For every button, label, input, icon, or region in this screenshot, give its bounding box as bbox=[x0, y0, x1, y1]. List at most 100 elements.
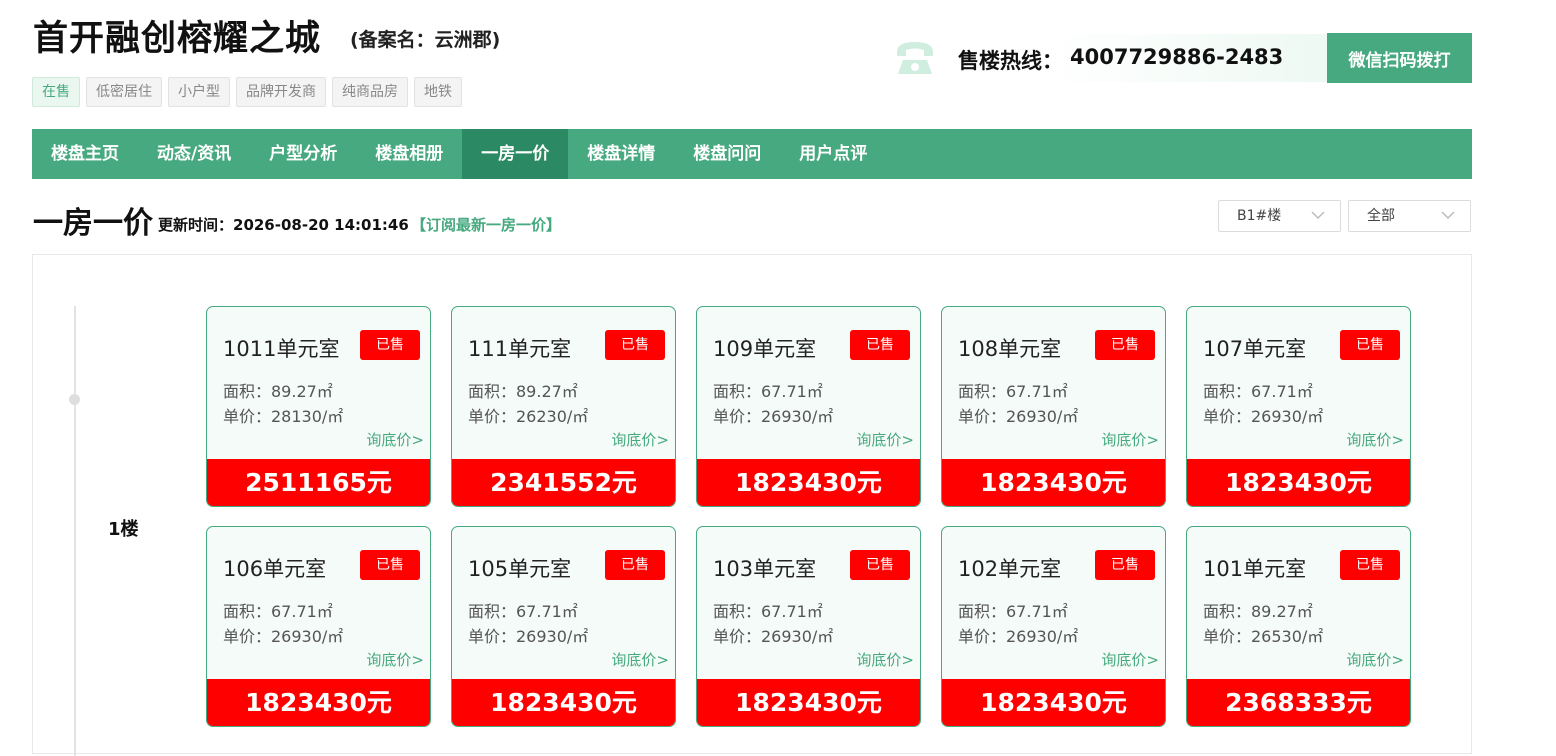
unit-name: 103单元室 bbox=[713, 557, 817, 581]
status-badge: 已售 bbox=[360, 550, 420, 580]
nav-details[interactable]: 楼盘详情 bbox=[568, 129, 674, 179]
nav-home[interactable]: 楼盘主页 bbox=[32, 129, 138, 179]
nav-news[interactable]: 动态/资讯 bbox=[138, 129, 250, 179]
tag-brand-developer: 品牌开发商 bbox=[236, 77, 326, 107]
unit-area: 面积：67.71㎡ bbox=[958, 602, 1068, 621]
unit-card[interactable]: 108单元室 已售 面积：67.71㎡ 单价：26930/㎡ 询底价> 1823… bbox=[941, 306, 1166, 507]
building-select-value: B1#楼 bbox=[1237, 208, 1282, 224]
total-price: 1823430元 bbox=[1187, 459, 1410, 506]
unit-card[interactable]: 101单元室 已售 面积：89.27㎡ 单价：26530/㎡ 询底价> 2368… bbox=[1186, 526, 1411, 727]
chevron-down-icon bbox=[1441, 211, 1455, 220]
ask-price-link[interactable]: 询底价> bbox=[856, 649, 914, 670]
status-badge: 已售 bbox=[1095, 550, 1155, 580]
status-badge: 已售 bbox=[850, 550, 910, 580]
total-price: 1823430元 bbox=[697, 459, 920, 506]
unit-card[interactable]: 106单元室 已售 面积：67.71㎡ 单价：26930/㎡ 询底价> 1823… bbox=[206, 526, 431, 727]
unit-area: 面积：67.71㎡ bbox=[958, 382, 1068, 401]
timeline-line bbox=[74, 306, 76, 756]
unit-price: 单价：26930/㎡ bbox=[1203, 407, 1324, 426]
ask-price-link[interactable]: 询底价> bbox=[1346, 429, 1404, 450]
tag-subway: 地铁 bbox=[414, 77, 462, 107]
filter-select-value: 全部 bbox=[1367, 208, 1395, 224]
unit-area: 面积：89.27㎡ bbox=[1203, 602, 1313, 621]
unit-card[interactable]: 103单元室 已售 面积：67.71㎡ 单价：26930/㎡ 询底价> 1823… bbox=[696, 526, 921, 727]
unit-card[interactable]: 107单元室 已售 面积：67.71㎡ 单价：26930/㎡ 询底价> 1823… bbox=[1186, 306, 1411, 507]
unit-area: 面积：89.27㎡ bbox=[223, 382, 333, 401]
chevron-down-icon bbox=[1311, 211, 1325, 220]
tag-commercial-housing: 纯商品房 bbox=[332, 77, 408, 107]
ask-price-link[interactable]: 询底价> bbox=[611, 429, 669, 450]
unit-price: 单价：26230/㎡ bbox=[468, 407, 589, 426]
hotline-number: 4007729886-2483 bbox=[1070, 45, 1284, 69]
wechat-scan-call-button[interactable]: 微信扫码拨打 bbox=[1327, 33, 1472, 83]
unit-card[interactable]: 102单元室 已售 面积：67.71㎡ 单价：26930/㎡ 询底价> 1823… bbox=[941, 526, 1166, 727]
tag-small-unit: 小户型 bbox=[168, 77, 230, 107]
section-title: 一房一价 bbox=[33, 206, 153, 241]
total-price: 1823430元 bbox=[942, 679, 1165, 726]
unit-card[interactable]: 111单元室 已售 面积：89.27㎡ 单价：26230/㎡ 询底价> 2341… bbox=[451, 306, 676, 507]
ask-price-link[interactable]: 询底价> bbox=[611, 649, 669, 670]
unit-area: 面积：67.71㎡ bbox=[468, 602, 578, 621]
record-name: (备案名：云洲郡) bbox=[350, 29, 501, 51]
total-price: 1823430元 bbox=[452, 679, 675, 726]
ask-price-link[interactable]: 询底价> bbox=[1101, 429, 1159, 450]
nav-price-list[interactable]: 一房一价 bbox=[462, 129, 569, 179]
unit-area: 面积：67.71㎡ bbox=[1203, 382, 1313, 401]
unit-area: 面积：67.71㎡ bbox=[713, 602, 823, 621]
unit-card[interactable]: 109单元室 已售 面积：67.71㎡ 单价：26930/㎡ 询底价> 1823… bbox=[696, 306, 921, 507]
unit-price: 单价：26930/㎡ bbox=[713, 627, 834, 646]
ask-price-link[interactable]: 询底价> bbox=[1101, 649, 1159, 670]
status-badge: 已售 bbox=[1095, 330, 1155, 360]
unit-name: 1011单元室 bbox=[223, 337, 340, 361]
floor-label: 1楼 bbox=[108, 519, 139, 540]
unit-name: 102单元室 bbox=[958, 557, 1062, 581]
ask-price-link[interactable]: 询底价> bbox=[366, 649, 424, 670]
subscribe-link[interactable]: 【订阅最新一房一价】 bbox=[411, 214, 561, 235]
total-price: 1823430元 bbox=[697, 679, 920, 726]
status-badge: 已售 bbox=[360, 330, 420, 360]
unit-name: 107单元室 bbox=[1203, 337, 1307, 361]
unit-price: 单价：26930/㎡ bbox=[223, 627, 344, 646]
nav-floorplan[interactable]: 户型分析 bbox=[250, 129, 356, 179]
nav-reviews[interactable]: 用户点评 bbox=[780, 129, 886, 179]
status-badge: 已售 bbox=[1340, 330, 1400, 360]
unit-price: 单价：26930/㎡ bbox=[468, 627, 589, 646]
total-price: 2368333元 bbox=[1187, 679, 1410, 726]
unit-price: 单价：26930/㎡ bbox=[713, 407, 834, 426]
building-select[interactable]: B1#楼 bbox=[1218, 200, 1341, 232]
unit-card[interactable]: 105单元室 已售 面积：67.71㎡ 单价：26930/㎡ 询底价> 1823… bbox=[451, 526, 676, 727]
status-badge: 已售 bbox=[605, 550, 665, 580]
status-badge: 已售 bbox=[605, 330, 665, 360]
tag-low-density: 低密居住 bbox=[86, 77, 162, 107]
status-badge: 已售 bbox=[1340, 550, 1400, 580]
tag-on-sale: 在售 bbox=[32, 77, 80, 107]
status-badge: 已售 bbox=[850, 330, 910, 360]
unit-area: 面积：67.71㎡ bbox=[713, 382, 823, 401]
nav-album[interactable]: 楼盘相册 bbox=[356, 129, 462, 179]
unit-area: 面积：89.27㎡ bbox=[468, 382, 578, 401]
unit-name: 109单元室 bbox=[713, 337, 817, 361]
total-price: 2511165元 bbox=[207, 459, 430, 506]
unit-name: 106单元室 bbox=[223, 557, 327, 581]
hotline-label: 售楼热线： bbox=[958, 49, 1063, 73]
unit-name: 108单元室 bbox=[958, 337, 1062, 361]
project-title: 首开融创榕耀之城 bbox=[33, 19, 322, 59]
filter-select[interactable]: 全部 bbox=[1348, 200, 1471, 232]
ask-price-link[interactable]: 询底价> bbox=[1346, 649, 1404, 670]
main-nav: 楼盘主页 动态/资讯 户型分析 楼盘相册 一房一价 楼盘详情 楼盘问问 用户点评 bbox=[32, 129, 1472, 179]
tag-list: 在售 低密居住 小户型 品牌开发商 纯商品房 地铁 bbox=[32, 77, 462, 107]
unit-area: 面积：67.71㎡ bbox=[223, 602, 333, 621]
unit-card[interactable]: 1011单元室 已售 面积：89.27㎡ 单价：28130/㎡ 询底价> 251… bbox=[206, 306, 431, 507]
unit-price: 单价：28130/㎡ bbox=[223, 407, 344, 426]
total-price: 2341552元 bbox=[452, 459, 675, 506]
timeline-dot bbox=[69, 394, 80, 405]
total-price: 1823430元 bbox=[942, 459, 1165, 506]
unit-name: 111单元室 bbox=[468, 337, 572, 361]
unit-name: 105单元室 bbox=[468, 557, 572, 581]
ask-price-link[interactable]: 询底价> bbox=[366, 429, 424, 450]
total-price: 1823430元 bbox=[207, 679, 430, 726]
nav-qa[interactable]: 楼盘问问 bbox=[674, 129, 780, 179]
ask-price-link[interactable]: 询底价> bbox=[856, 429, 914, 450]
unit-price: 单价：26930/㎡ bbox=[958, 407, 1079, 426]
update-time: 更新时间：2026-08-20 14:01:46 bbox=[158, 216, 409, 234]
